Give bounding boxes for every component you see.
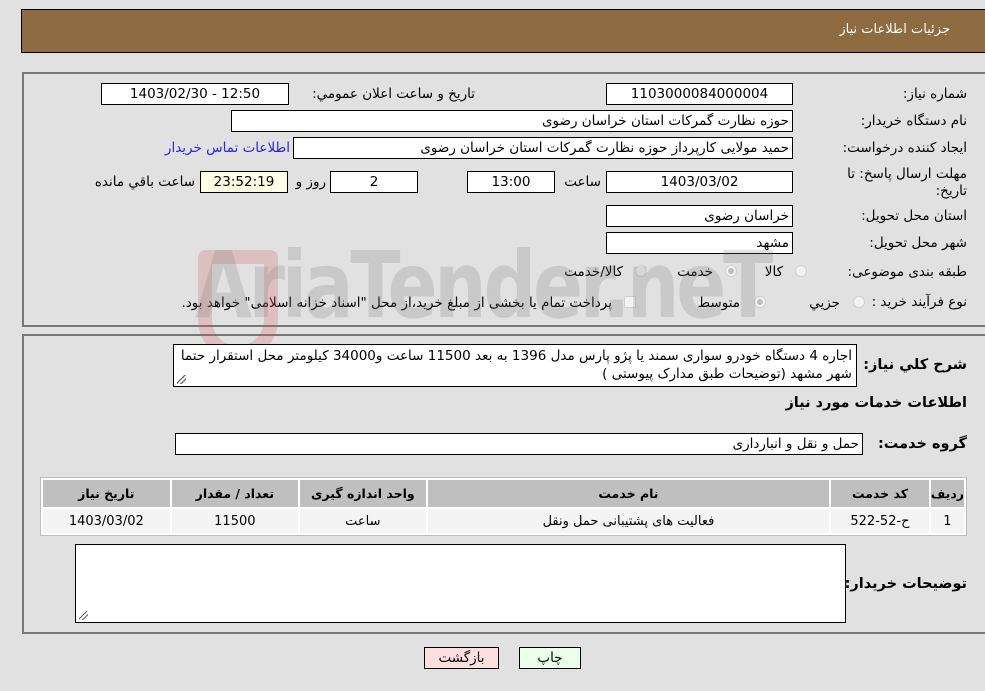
category-option-service: خدمت xyxy=(677,264,713,280)
need-number-label: شماره نیاز: xyxy=(902,86,967,102)
description-textarea[interactable]: اجاره 4 دستگاه خودرو سواری سمند یا پژو پ… xyxy=(173,344,857,387)
description-label: شرح کلي نیاز: xyxy=(863,357,967,373)
buyer-org-field: حوزه نظارت گمرکات استان خراسان رضوی xyxy=(231,110,793,132)
creator-field: حمید مولایی کارپرداز حوزه نظارت گمرکات ا… xyxy=(293,137,793,159)
process-radio-medium[interactable] xyxy=(754,296,766,308)
creator-label: ایجاد کننده درخواست: xyxy=(842,140,967,156)
buyer-contact-link[interactable]: اطلاعات تماس خریدار xyxy=(165,140,290,156)
announce-date-label: تاریخ و ساعت اعلان عمومي: xyxy=(312,86,475,102)
province-label: استان محل تحویل: xyxy=(861,208,967,224)
buyer-notes-label: توضیحات خریدار: xyxy=(844,576,967,592)
services-table: ردیف کد خدمت نام خدمت واحد اندازه گیری ت… xyxy=(40,477,967,536)
process-radio-minor[interactable] xyxy=(853,296,865,308)
cell-quantity: 11500 xyxy=(171,509,299,533)
cell-need-date: 1403/03/02 xyxy=(43,509,170,533)
cell-service-name: فعالیت های پشتیبانی حمل ونقل xyxy=(427,509,830,533)
remaining-time-label: ساعت باقي مانده xyxy=(94,174,195,190)
treasury-checkbox[interactable] xyxy=(624,296,636,308)
resize-grip-icon[interactable] xyxy=(177,375,186,384)
deadline-date-field: 1403/03/02 xyxy=(606,171,793,193)
col-service-code: کد خدمت xyxy=(831,480,929,507)
deadline-time-label: ساعت xyxy=(564,174,601,190)
page-title: جزئیات اطلاعات نیاز xyxy=(839,22,950,37)
print-button[interactable]: چاپ xyxy=(519,647,581,669)
process-option-minor: جزیي xyxy=(809,295,840,311)
province-field: خراسان رضوی xyxy=(606,205,793,227)
category-radio-goods[interactable] xyxy=(795,265,807,277)
table-row: 1 ح-52-522 فعالیت های پشتیبانی حمل ونقل … xyxy=(43,509,964,533)
col-service-name: نام خدمت xyxy=(427,480,830,507)
need-number-field: 1103000084000004 xyxy=(606,83,793,105)
days-label: روز و xyxy=(295,174,326,190)
treasury-note: پرداخت تمام یا بخشی از مبلغ خرید،از محل … xyxy=(181,295,612,311)
category-option-goods: کالا xyxy=(764,264,783,280)
city-field: مشهد xyxy=(606,232,793,254)
buyer-org-label: نام دستگاه خریدار: xyxy=(860,113,967,129)
col-quantity: تعداد / مقدار xyxy=(171,480,299,507)
category-radio-service[interactable] xyxy=(725,265,737,277)
cell-service-code: ح-52-522 xyxy=(831,509,929,533)
service-group-label: گروه خدمت: xyxy=(877,436,967,452)
category-radio-goods-service[interactable] xyxy=(635,265,647,277)
days-field: 2 xyxy=(330,171,418,193)
back-button[interactable]: بازگشت xyxy=(424,647,499,669)
cell-row-number: 1 xyxy=(930,509,964,533)
process-option-medium: متوسط xyxy=(697,295,740,311)
buyer-notes-textarea[interactable] xyxy=(75,544,846,623)
city-label: شهر محل تحویل: xyxy=(869,235,967,251)
services-section-title: اطلاعات خدمات مورد نیاز xyxy=(785,395,967,411)
process-type-label: نوع فرآیند خرید : xyxy=(871,294,967,310)
description-text: اجاره 4 دستگاه خودرو سواری سمند یا پژو پ… xyxy=(180,348,852,382)
category-option-goods-service: کالا/خدمت xyxy=(564,264,623,280)
col-need-date: تاریخ نیاز xyxy=(43,480,170,507)
col-row-number: ردیف xyxy=(930,480,964,507)
page-header: جزئیات اطلاعات نیاز xyxy=(21,9,985,53)
resize-grip-icon[interactable] xyxy=(79,611,88,620)
service-group-field: حمل و نقل و انبارداری xyxy=(175,433,863,455)
cell-unit: ساعت xyxy=(300,509,426,533)
category-label: طبقه بندی موضوعی: xyxy=(847,264,967,280)
deadline-label: مهلت ارسال پاسخ: تا تاریخ: xyxy=(847,166,967,199)
table-header-row: ردیف کد خدمت نام خدمت واحد اندازه گیری ت… xyxy=(43,480,964,507)
announce-date-field: 1403/02/30 - 12:50 xyxy=(101,83,289,105)
col-unit: واحد اندازه گیری xyxy=(300,480,426,507)
remaining-time-field: 23:52:19 xyxy=(200,171,288,193)
deadline-time-field: 13:00 xyxy=(467,171,555,193)
